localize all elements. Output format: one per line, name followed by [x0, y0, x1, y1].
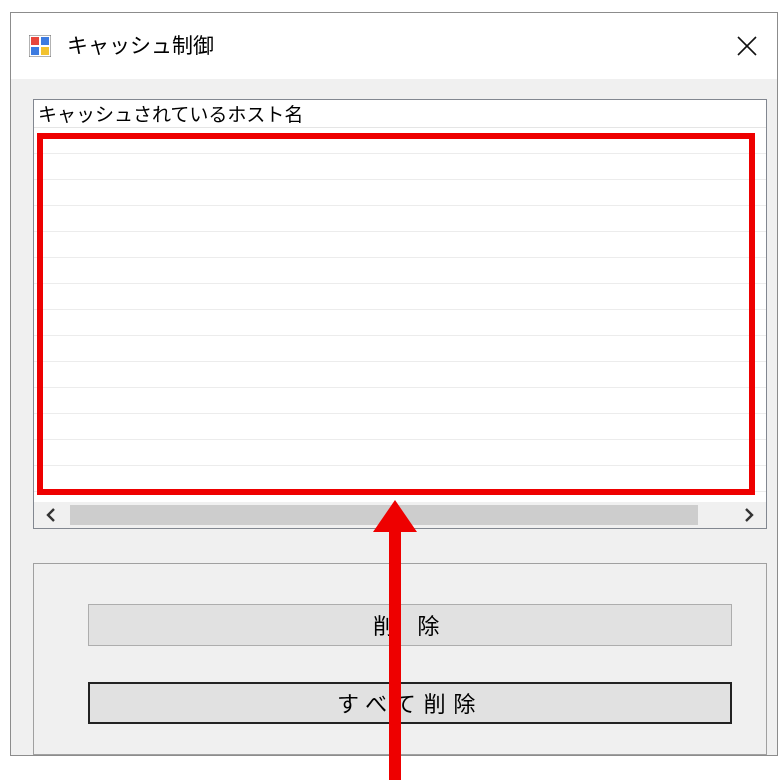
list-row[interactable] [34, 336, 766, 362]
list-row[interactable] [34, 440, 766, 466]
cached-hosts-list[interactable]: キャッシュされているホスト名 [33, 99, 767, 529]
window-title: キャッシュ制御 [67, 34, 214, 58]
list-row[interactable] [34, 388, 766, 414]
chevron-right-icon [745, 508, 754, 522]
list-row[interactable] [34, 128, 766, 154]
close-icon [737, 36, 757, 56]
delete-all-button[interactable]: すべて削除 [88, 682, 732, 724]
list-row[interactable] [34, 284, 766, 310]
list-row[interactable] [34, 258, 766, 284]
list-row[interactable] [34, 180, 766, 206]
close-button[interactable] [717, 13, 777, 79]
scroll-left-button[interactable] [34, 502, 68, 528]
list-row[interactable] [34, 310, 766, 336]
delete-button[interactable]: 削 除 [88, 604, 732, 646]
app-icon [29, 35, 51, 57]
list-rows[interactable] [34, 128, 766, 500]
scroll-right-button[interactable] [732, 502, 766, 528]
chevron-left-icon [46, 508, 55, 522]
list-row[interactable] [34, 466, 766, 492]
title-bar: キャッシュ制御 [11, 13, 777, 79]
column-header-host-name[interactable]: キャッシュされているホスト名 [34, 100, 766, 128]
list-row[interactable] [34, 362, 766, 388]
list-row[interactable] [34, 154, 766, 180]
annotation-arrow-line [389, 528, 401, 780]
list-row[interactable] [34, 206, 766, 232]
list-row[interactable] [34, 232, 766, 258]
list-row[interactable] [34, 414, 766, 440]
column-header-label: キャッシュされているホスト名 [38, 104, 304, 126]
